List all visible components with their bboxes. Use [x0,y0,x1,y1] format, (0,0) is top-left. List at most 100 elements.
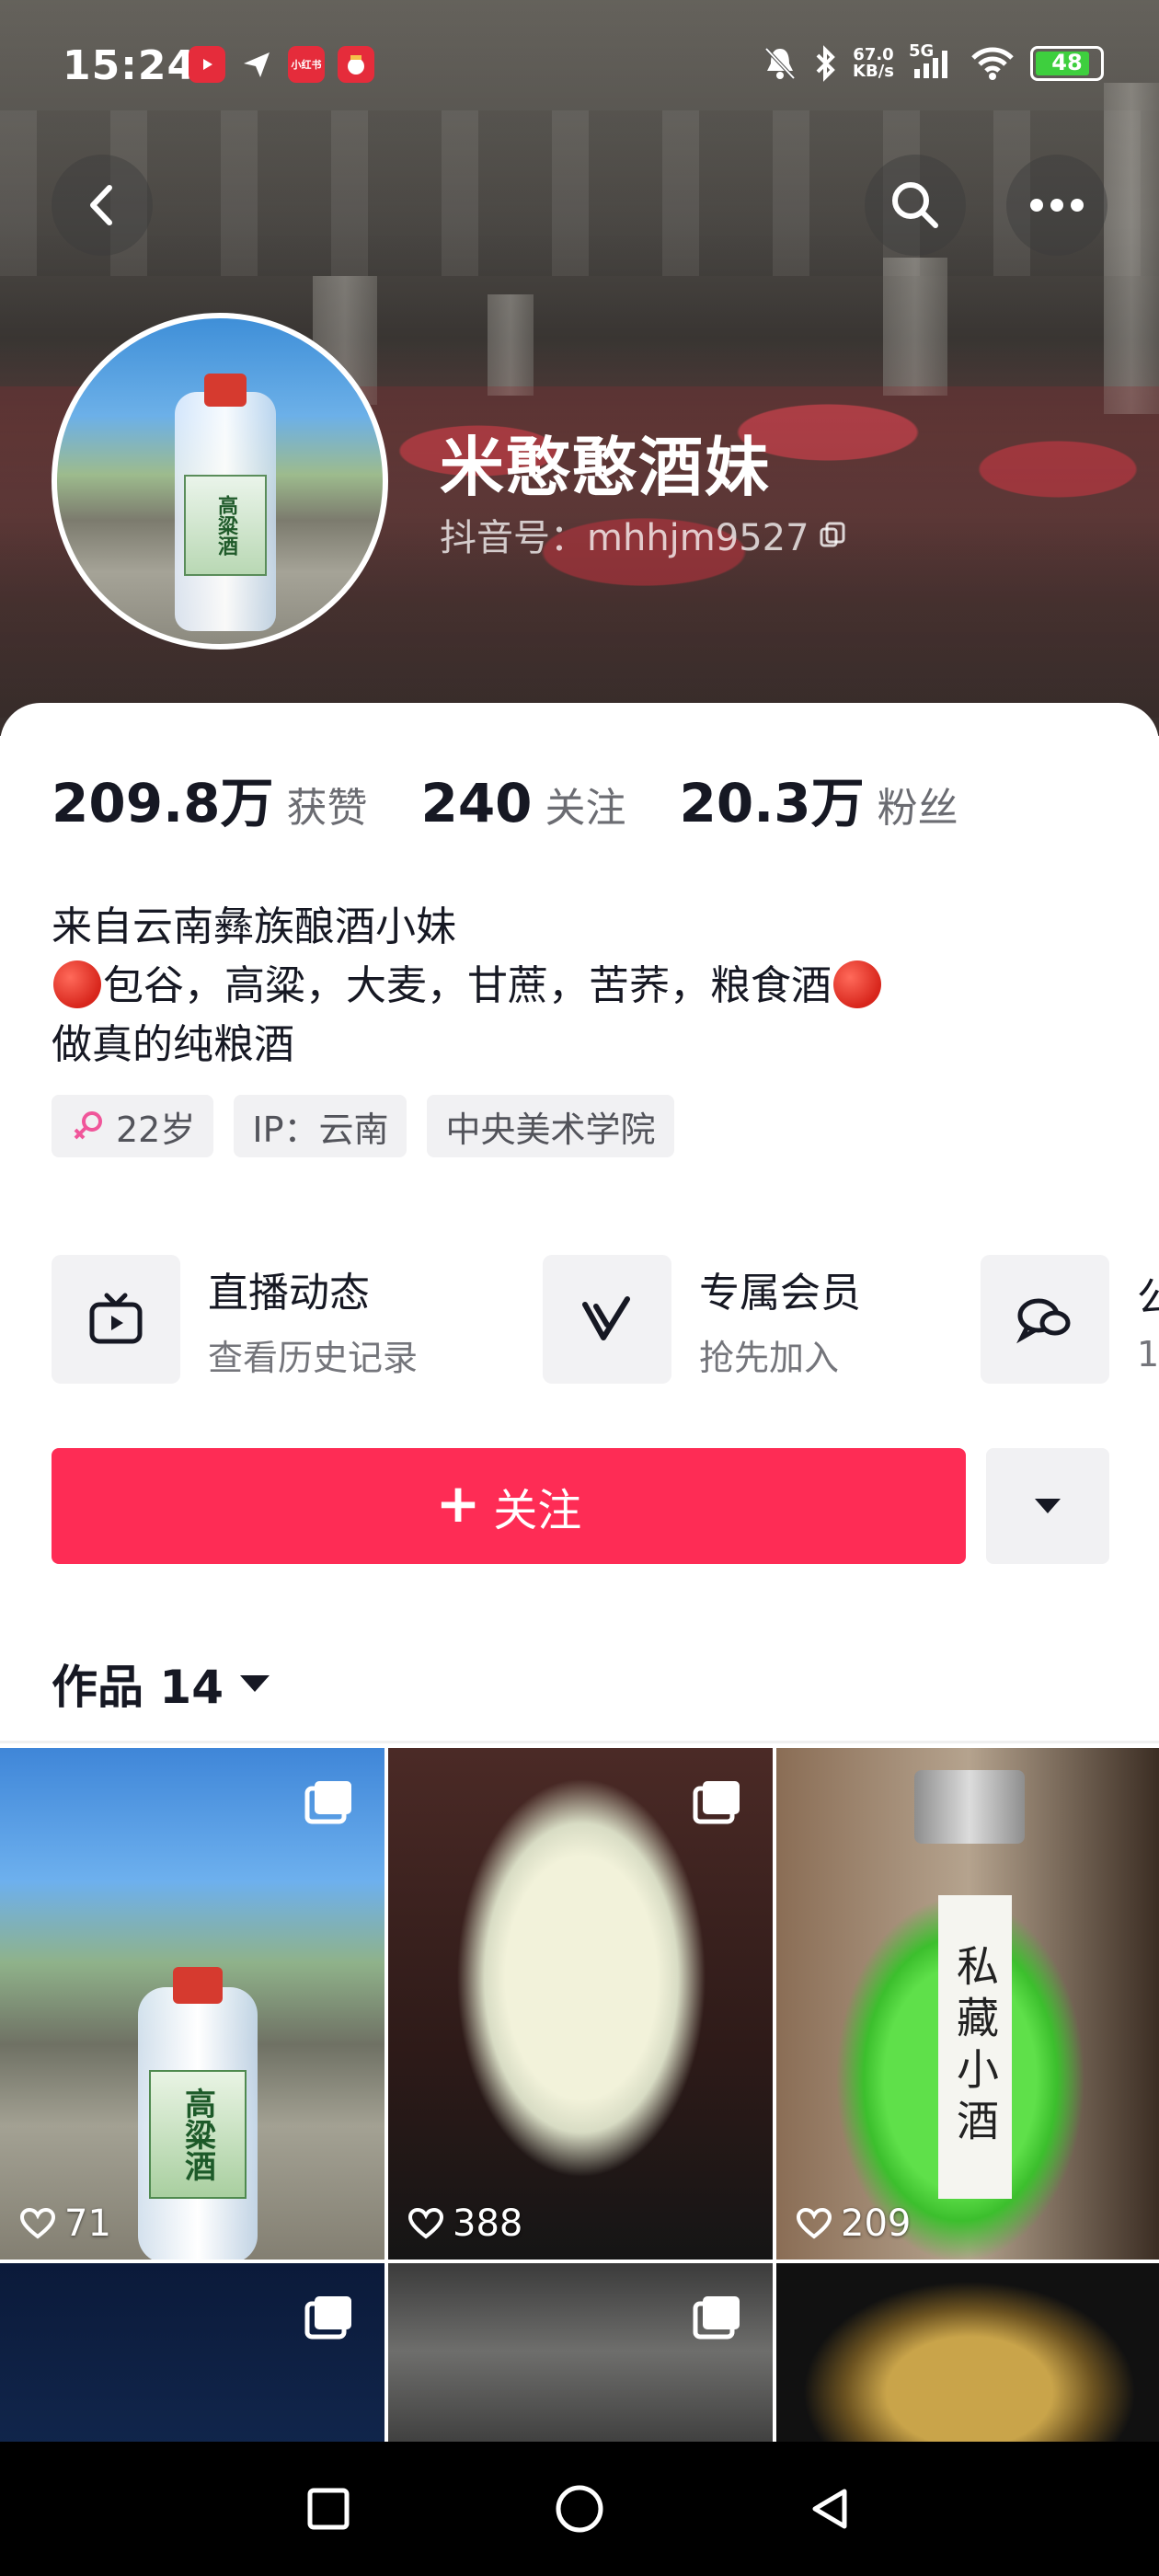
caret-down-icon [1035,1499,1061,1513]
bluetooth-icon [816,45,835,82]
stat-likes-value: 209.8万 [52,772,274,834]
avatar-bottle-cap [204,374,247,407]
system-nav-bar [0,2442,1159,2576]
wifi-icon [971,47,1014,80]
work-tile[interactable]: 388 [388,1748,773,2260]
more-button[interactable] [1006,155,1107,256]
chat-group-icon [1016,1298,1071,1344]
tag-school[interactable]: 中央美术学院 [427,1095,674,1157]
tag-age: 22岁 [52,1095,214,1157]
stat-followers-value: 20.3万 [679,772,865,834]
feature-live-title: 直播动态 [208,1269,370,1317]
back-arrow-icon [90,185,112,225]
stat-followers-label: 粉丝 [877,785,958,832]
more-icon [1030,199,1084,212]
tile-likes-count: 71 [64,2202,111,2245]
feature-member-title: 专属会员 [699,1269,861,1317]
avatar-bottle-label: 高粱酒 [184,475,267,576]
feature-group-chat[interactable]: 公 1 [981,1255,1159,1384]
feature-live-icon-box [52,1255,180,1384]
feature-live-history[interactable]: 直播动态 查看历史记录 [52,1255,418,1384]
app-notification-icon [338,46,374,83]
tag-age-text: 22岁 [116,1109,196,1150]
female-icon [74,1111,102,1140]
send-icon [238,46,275,83]
works-tab[interactable]: 作品 14 [52,1650,271,1717]
works-label: 作品 14 [52,1661,224,1714]
avatar[interactable]: 高粱酒 [52,313,388,650]
feature-group-title: 公 [1137,1274,1159,1321]
stat-followers[interactable]: 20.3万 粉丝 [680,760,958,837]
work-tile[interactable]: 高粱酒 71 [0,1748,384,2260]
stats-row: 209.8万 获赞 240 关注 20.3万 粉丝 [52,760,1012,837]
signal-icon: 5G [909,41,955,82]
tile-bottle-cap [914,1770,1025,1844]
plus-icon: + [435,1472,481,1535]
tile-likes-count: 388 [453,2202,523,2245]
tile-likes: 388 [408,2202,522,2245]
stat-likes-label: 获赞 [286,785,368,832]
feature-member-icon-box [543,1255,671,1384]
stat-likes[interactable]: 209.8万 获赞 [52,760,367,837]
back-nav-button[interactable] [794,2472,867,2546]
status-time: 15:24 [63,42,197,89]
feature-group-subtitle: 1 [1137,1334,1159,1374]
video-app-icon [189,46,225,83]
stat-following[interactable]: 240 关注 [420,772,625,834]
tv-icon [89,1293,143,1344]
feature-membership[interactable]: 专属会员 抢先加入 [543,1255,861,1384]
vip-v-icon [582,1296,630,1340]
net-speed: 67.0 KB/s [853,45,894,81]
mute-icon [764,47,796,80]
tile-likes-count: 209 [841,2202,912,2245]
feature-live-subtitle: 查看历史记录 [208,1337,419,1378]
status-bar: 15:24 小红书 67.0 KB/s 5G 48 [0,0,1159,138]
multi-image-icon [304,2296,351,2340]
profile-name: 米憨憨酒妹 [440,430,771,505]
tile-likes: 209 [797,2202,911,2245]
stat-following-value: 240 [420,772,533,834]
feature-group-icon-box [981,1255,1109,1384]
feature-row: 直播动态 查看历史记录 专属会员 抢先加入 公 1 [52,1255,1159,1384]
tile-bottle-label: 私藏小酒 [938,1895,1012,2199]
bio-line-2: 包谷，高粱，大麦，甘蔗，苦荞，粮食酒 [52,957,883,1016]
work-tile[interactable]: 私藏小酒 209 [776,1748,1159,2260]
douyin-id[interactable]: 抖音号：mhhjm9527 [440,508,846,561]
stat-following-label: 关注 [545,785,626,832]
red-circle-emoji-icon [833,960,881,1008]
follow-label: 关注 [493,1485,582,1536]
tile-bottle-cap [173,1967,223,2004]
search-button[interactable] [865,155,966,256]
bio-line-2-text: 包谷，高粱，大麦，甘蔗，苦荞，粮食酒 [103,962,832,1009]
caret-down-icon [240,1675,270,1692]
profile-tags: 22岁 IP：云南 中央美术学院 [52,1095,674,1157]
bio-line-3: 做真的纯粮酒 [52,1021,294,1068]
red-circle-emoji-icon [53,960,101,1008]
back-button[interactable] [52,155,153,256]
multi-image-icon [304,1781,351,1824]
follow-button[interactable]: + 关注 [52,1448,966,1564]
feature-member-subtitle: 抢先加入 [699,1337,840,1378]
bio-line-1: 来自云南彝族酿酒小妹 [52,903,456,950]
douyin-id-text: 抖音号：mhhjm9527 [440,517,809,559]
recents-button[interactable] [292,2472,365,2546]
heart-icon [797,2208,832,2239]
tile-likes: 71 [20,2202,111,2245]
system-icons: 67.0 KB/s 5G 48 [763,41,1104,83]
home-button[interactable] [543,2472,616,2546]
multi-image-icon [693,2296,740,2340]
follow-more-button[interactable] [986,1448,1109,1564]
back-triangle-icon [812,2489,847,2529]
battery-icon: 48 [1030,46,1104,81]
heart-icon [408,2208,443,2239]
copy-icon[interactable] [819,521,846,548]
works-divider [0,1741,1159,1743]
bio: 来自云南彝族酿酒小妹 包谷，高粱，大麦，甘蔗，苦荞，粮食酒 做真的纯粮酒 [52,898,883,1075]
recents-icon [307,2488,350,2530]
search-icon [892,182,938,228]
xiaohongshu-icon: 小红书 [288,46,325,83]
home-icon [556,2485,603,2533]
notification-icons: 小红书 [189,46,374,83]
tag-ip: IP：云南 [234,1095,407,1157]
heart-icon [20,2208,55,2239]
